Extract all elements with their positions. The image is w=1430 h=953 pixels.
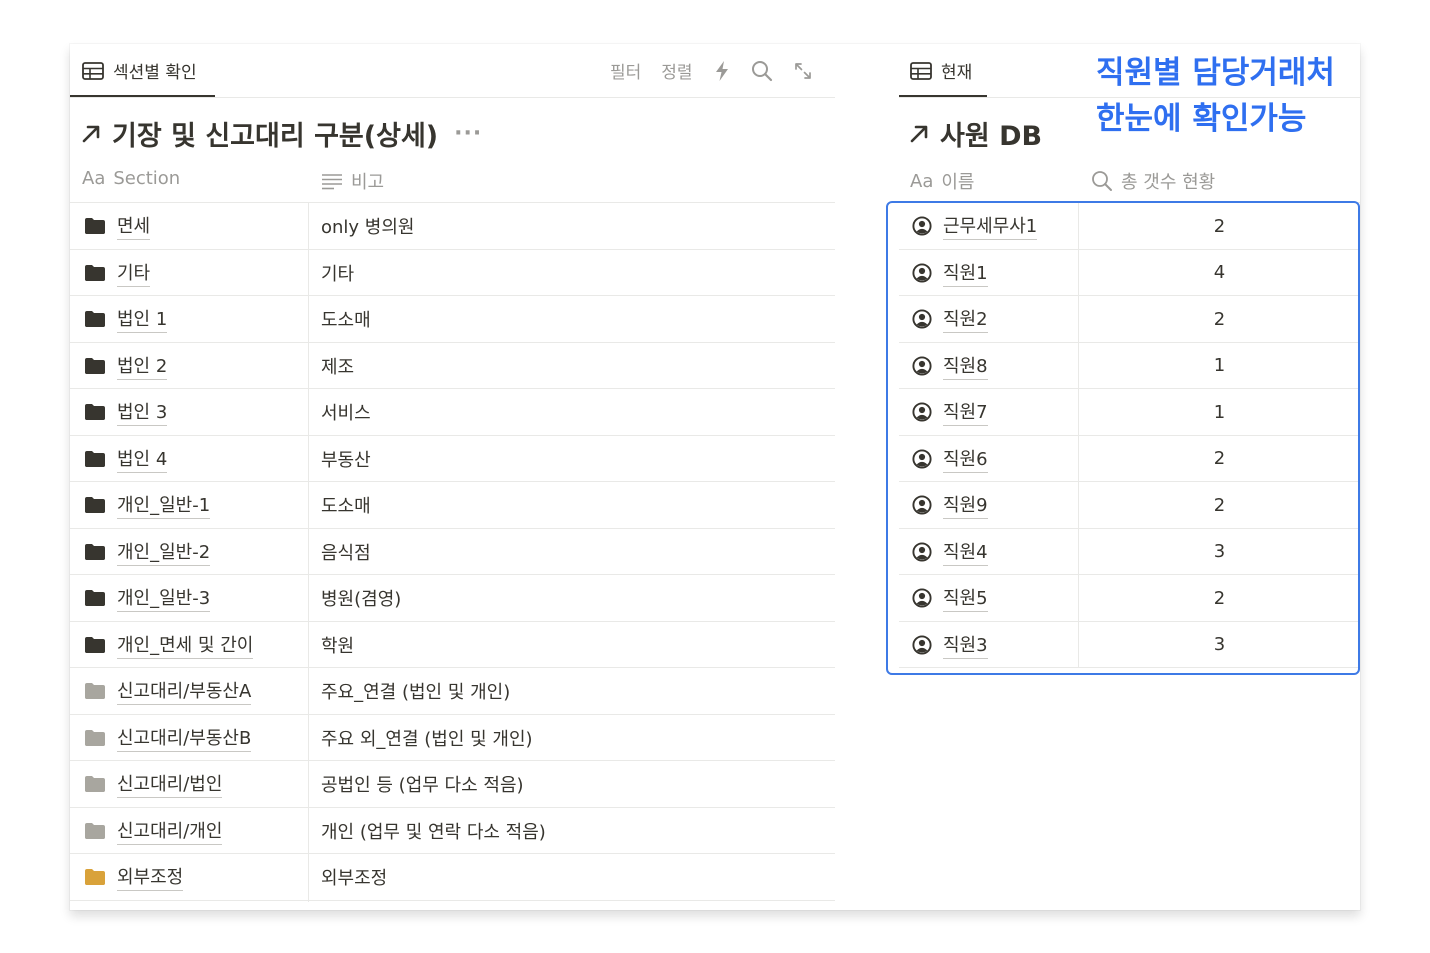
annotation-line-2: 한눈에 확인가능 (1096, 101, 1307, 137)
annotation-text: 직원별 담당거래처 한눈에 확인가능 (1096, 50, 1335, 142)
highlight-box (886, 201, 1360, 675)
annotation-line-1: 직원별 담당거래처 (1096, 55, 1335, 91)
notion-page-card: 섹션별 확인 필터 정렬 기장 및 신고대리 구분(상세) ··· Aa Sec… (70, 44, 1360, 910)
